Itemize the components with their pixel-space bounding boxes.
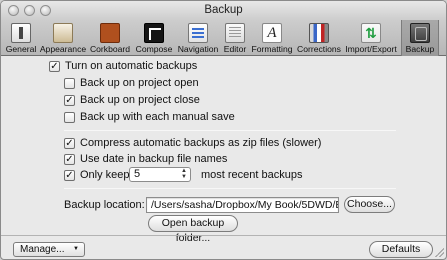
- backup-on-open-label: Back up on project open: [80, 77, 199, 89]
- tab-formatting[interactable]: A Formatting: [249, 20, 295, 56]
- minimize-window-button[interactable]: [24, 5, 35, 16]
- defaults-button[interactable]: Defaults: [369, 241, 433, 258]
- only-keep-option[interactable]: ✓ Only keep: [64, 169, 130, 181]
- navigation-icon: [188, 23, 208, 43]
- backup-on-save-label: Back up with each manual save: [80, 111, 235, 123]
- title-bar: Backup: [1, 1, 446, 20]
- use-date-option[interactable]: ✓ Use date in backup file names: [64, 153, 227, 165]
- zoom-window-button[interactable]: [40, 5, 51, 16]
- use-date-label: Use date in backup file names: [80, 153, 228, 165]
- appearance-icon: [53, 23, 73, 43]
- compress-checkbox[interactable]: ✓: [64, 137, 75, 149]
- formatting-icon: A: [262, 23, 282, 43]
- footer-divider: [1, 235, 446, 236]
- backup-location-field[interactable]: /Users/sasha/Dropbox/My Book/5DWD/Backup…: [146, 197, 339, 213]
- backup-count-stepper[interactable]: 5 ▲ ▼: [129, 167, 191, 182]
- corrections-icon: [309, 23, 329, 43]
- tab-navigation[interactable]: Navigation: [175, 20, 221, 56]
- stepper-arrows-icon[interactable]: ▲ ▼: [181, 168, 187, 180]
- backup-on-close-label: Back up on project close: [80, 94, 200, 106]
- general-icon: [11, 23, 31, 43]
- section-divider: [64, 130, 396, 131]
- backup-on-save-option[interactable]: Back up with each manual save: [64, 111, 235, 123]
- auto-backups-option[interactable]: ✓ Turn on automatic backups: [49, 60, 197, 72]
- only-keep-checkbox[interactable]: ✓: [64, 169, 75, 181]
- tab-corkboard[interactable]: Corkboard: [87, 20, 133, 56]
- close-window-button[interactable]: [8, 5, 19, 16]
- backup-on-save-checkbox[interactable]: [64, 111, 75, 123]
- preferences-window: Backup General Appearance Corkboard Comp…: [0, 0, 447, 260]
- tab-editor[interactable]: Editor: [221, 20, 249, 56]
- window-title: Backup: [204, 4, 243, 16]
- recent-backups-suffix: most recent backups: [201, 169, 303, 181]
- section-divider: [64, 188, 396, 189]
- only-keep-label: Only keep: [80, 169, 130, 181]
- preferences-toolbar: General Appearance Corkboard Compose Nav…: [1, 20, 446, 56]
- tab-appearance[interactable]: Appearance: [39, 20, 87, 56]
- compose-icon: [144, 23, 164, 43]
- backup-location-label: Backup location:: [64, 199, 145, 211]
- tab-compose[interactable]: Compose: [133, 20, 175, 56]
- backup-on-close-option[interactable]: ✓ Back up on project close: [64, 94, 200, 106]
- compress-label: Compress automatic backups as zip files …: [80, 137, 322, 149]
- corkboard-icon: [100, 23, 120, 43]
- choose-button[interactable]: Choose...: [344, 196, 395, 213]
- auto-backups-label: Turn on automatic backups: [65, 60, 198, 72]
- manage-popup-button[interactable]: Manage... ▼: [13, 242, 85, 257]
- tab-corrections[interactable]: Corrections: [295, 20, 343, 56]
- backup-on-open-checkbox[interactable]: [64, 77, 75, 89]
- resize-grip-icon[interactable]: [434, 247, 444, 257]
- backup-settings-panel: ✓ Turn on automatic backups Back up on p…: [1, 57, 446, 244]
- open-backup-folder-button[interactable]: Open backup folder...: [148, 215, 238, 244]
- editor-icon: [225, 23, 245, 43]
- import-export-icon: ⇅: [361, 23, 381, 43]
- auto-backups-checkbox[interactable]: ✓: [49, 60, 60, 72]
- tab-backup[interactable]: Backup: [401, 20, 439, 56]
- backup-on-close-checkbox[interactable]: ✓: [64, 94, 75, 106]
- backup-icon: [410, 23, 430, 43]
- compress-option[interactable]: ✓ Compress automatic backups as zip file…: [64, 137, 321, 149]
- backup-count-value: 5: [134, 168, 141, 180]
- backup-on-open-option[interactable]: Back up on project open: [64, 77, 199, 89]
- chevron-down-icon: ▼: [73, 246, 79, 252]
- tab-import-export[interactable]: ⇅ Import/Export: [343, 20, 399, 56]
- tab-general[interactable]: General: [3, 20, 39, 56]
- window-controls: [8, 5, 51, 16]
- use-date-checkbox[interactable]: ✓: [64, 153, 75, 165]
